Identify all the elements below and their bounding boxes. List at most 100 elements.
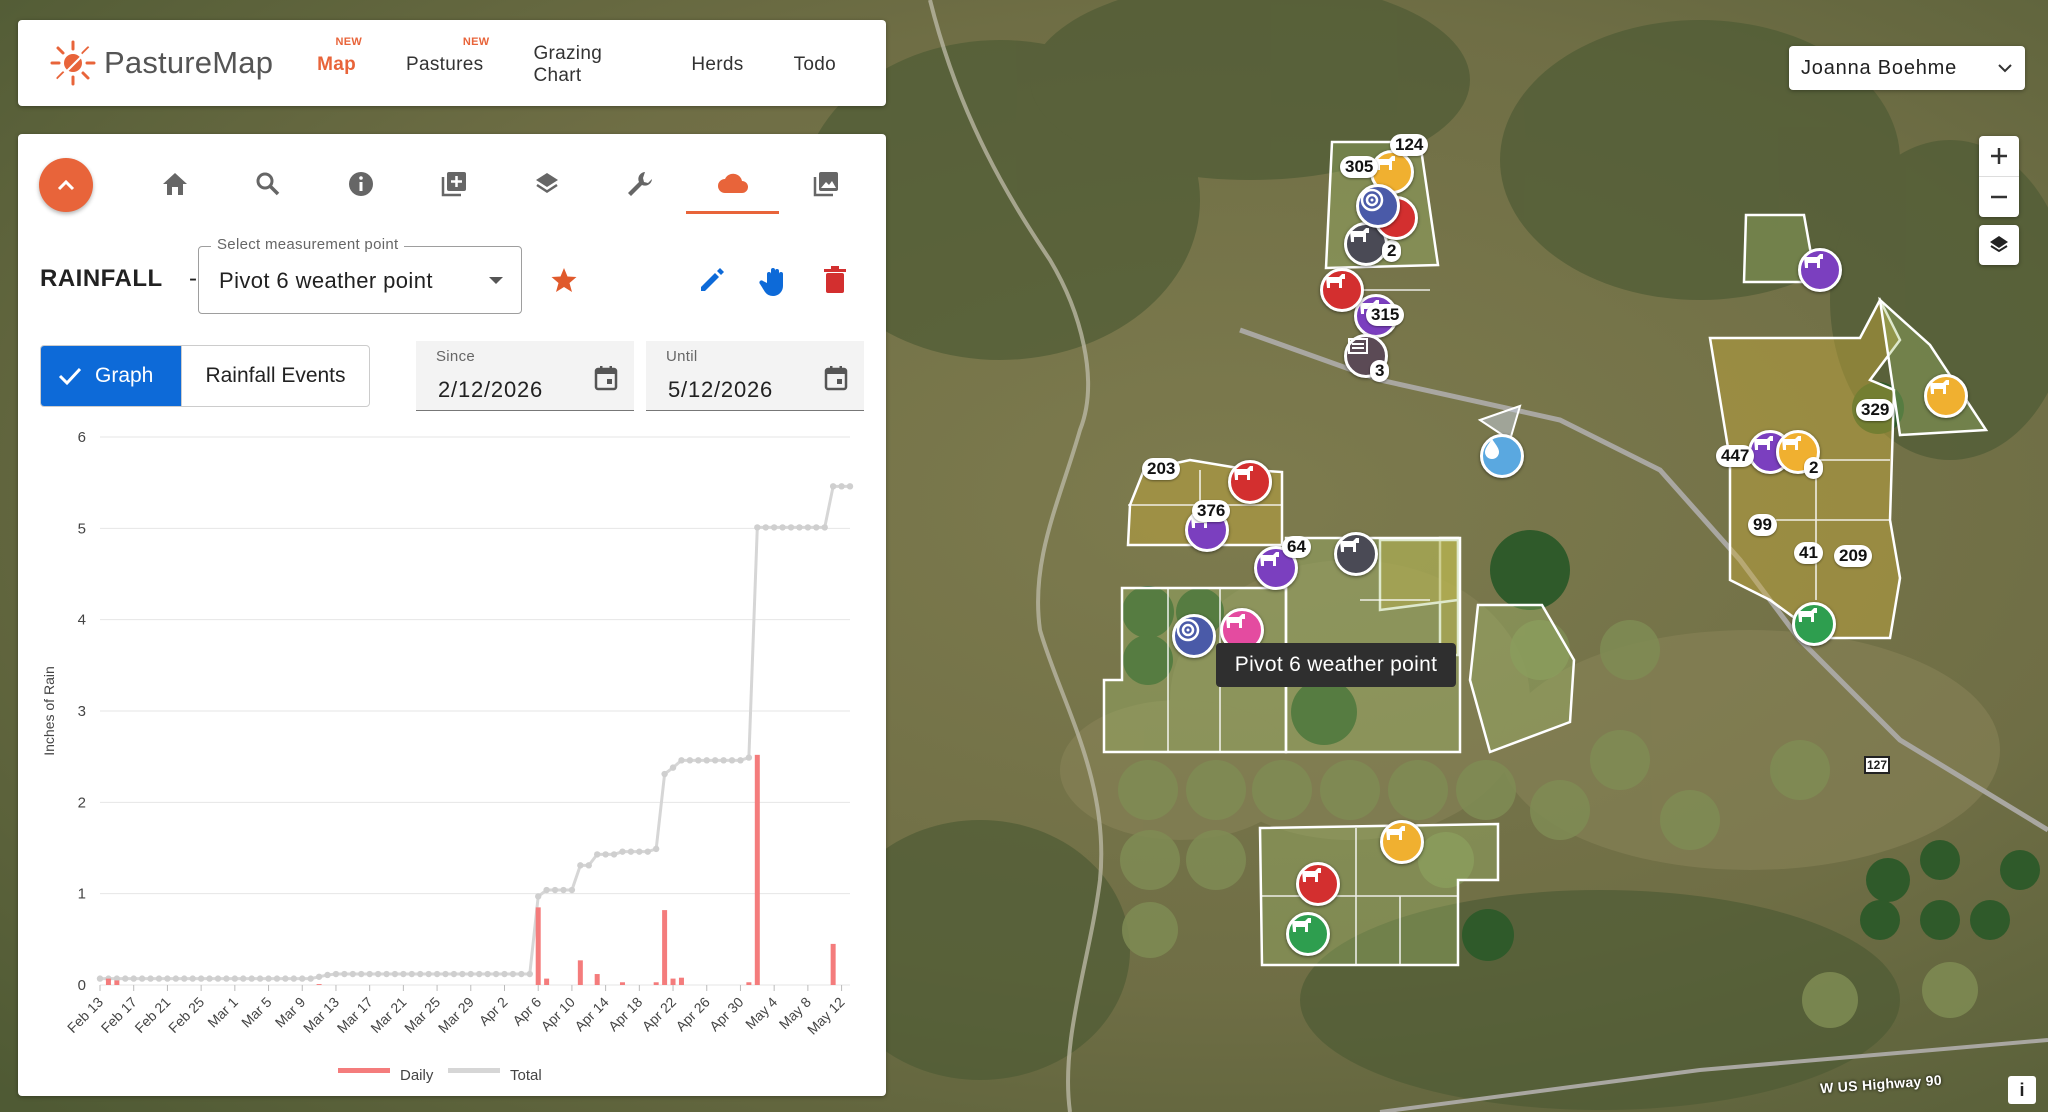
nav-item-pastures[interactable]: Pastures NEW bbox=[406, 36, 489, 76]
move-button[interactable] bbox=[758, 265, 792, 304]
herd-count: 124 bbox=[1390, 134, 1429, 156]
herd-marker[interactable] bbox=[1380, 820, 1424, 864]
total-point bbox=[627, 848, 635, 855]
measurement-point-select[interactable]: Select measurement point Pivot 6 weather… bbox=[198, 236, 522, 314]
nav-item-herds[interactable]: Herds bbox=[691, 50, 743, 76]
total-point bbox=[568, 886, 576, 894]
total-point bbox=[636, 848, 643, 855]
edit-button[interactable] bbox=[697, 265, 727, 300]
rainfall-panel: RAINFALL - Select measurement point Pivo… bbox=[18, 134, 886, 1096]
herd-marker[interactable] bbox=[1296, 862, 1340, 906]
since-label: Since bbox=[436, 348, 476, 365]
calendar-icon[interactable] bbox=[594, 365, 618, 391]
collapse-panel-button[interactable] bbox=[39, 158, 93, 212]
total-point bbox=[231, 975, 239, 982]
total-point bbox=[754, 524, 761, 531]
search-icon bbox=[256, 172, 279, 196]
total-point bbox=[96, 975, 104, 982]
zoom-in-button[interactable] bbox=[1979, 136, 2019, 176]
water-drop-marker[interactable] bbox=[1480, 434, 1524, 478]
total-point bbox=[315, 973, 323, 980]
total-point bbox=[829, 483, 837, 490]
total-point bbox=[669, 764, 677, 771]
delete-button[interactable] bbox=[823, 265, 847, 300]
total-point bbox=[341, 970, 348, 978]
layers-icon bbox=[1990, 236, 2008, 253]
y-tick-label: 2 bbox=[78, 794, 86, 811]
tool-layers[interactable] bbox=[500, 154, 593, 214]
user-menu[interactable]: Joanna Boehme bbox=[1789, 46, 2025, 90]
calendar-icon[interactable] bbox=[824, 365, 848, 391]
x-tick-label: May 12 bbox=[804, 994, 848, 1038]
nav-item-grazing-chart[interactable]: Grazing Chart bbox=[533, 39, 641, 87]
nav-item-todo[interactable]: Todo bbox=[794, 50, 836, 76]
map-info-button[interactable]: i bbox=[2008, 1076, 2036, 1104]
total-point bbox=[366, 970, 373, 978]
herd-count: 209 bbox=[1834, 545, 1873, 567]
x-tick-label: Feb 25 bbox=[165, 994, 207, 1036]
herd-marker[interactable] bbox=[1228, 460, 1272, 504]
view-toggle: Graph Rainfall Events bbox=[40, 345, 370, 407]
herd-marker[interactable] bbox=[1320, 268, 1364, 312]
legend-label-daily: Daily bbox=[400, 1067, 434, 1084]
brand-logo[interactable]: PastureMap bbox=[48, 38, 273, 88]
tool-photos[interactable] bbox=[779, 154, 872, 214]
rainfall-chart-svg: 0 1 2 3 4 5 6 Inches of Rain Feb 13Feb 17Feb 21F… bbox=[41, 429, 854, 1084]
y-tick-label: 0 bbox=[78, 977, 86, 994]
weather-point-marker[interactable] bbox=[1172, 614, 1216, 658]
daily-bar bbox=[114, 980, 120, 985]
herd-marker[interactable] bbox=[1924, 374, 1968, 418]
total-point bbox=[492, 970, 500, 978]
total-point bbox=[737, 757, 744, 764]
zoom-out-button[interactable] bbox=[1979, 176, 2019, 217]
daily-bar bbox=[594, 974, 600, 985]
total-point bbox=[526, 970, 533, 978]
graph-view-button[interactable]: Graph bbox=[41, 346, 181, 406]
total-point bbox=[417, 970, 424, 978]
rainfall-events-button[interactable]: Rainfall Events bbox=[181, 346, 369, 406]
layers-icon bbox=[535, 173, 558, 193]
tool-info[interactable] bbox=[314, 154, 407, 214]
tool-weather[interactable] bbox=[686, 154, 779, 214]
y-tick-label: 1 bbox=[78, 886, 86, 903]
total-point bbox=[273, 975, 281, 982]
tool-add-layer[interactable] bbox=[407, 154, 500, 214]
nav-item-map[interactable]: Map NEW bbox=[317, 36, 362, 76]
herd-marker[interactable] bbox=[1792, 602, 1836, 646]
herd-marker[interactable] bbox=[1286, 912, 1330, 956]
total-point bbox=[779, 524, 786, 531]
total-point bbox=[400, 970, 407, 978]
total-point bbox=[290, 975, 298, 982]
total-point bbox=[248, 975, 255, 982]
rainfall-events-label: Rainfall Events bbox=[205, 364, 346, 387]
map-layers-button[interactable] bbox=[1979, 225, 2019, 265]
herd-count: 329 bbox=[1856, 399, 1895, 421]
herd-marker[interactable] bbox=[1334, 532, 1378, 576]
total-point bbox=[459, 970, 466, 978]
tool-home[interactable] bbox=[128, 154, 221, 214]
until-date-field[interactable]: Until 5/12/2026 bbox=[646, 341, 864, 411]
weather-point-marker[interactable] bbox=[1356, 184, 1400, 228]
herd-count: 203 bbox=[1142, 458, 1181, 480]
y-axis-label: Inches of Rain bbox=[41, 666, 57, 756]
total-point bbox=[804, 524, 812, 531]
until-label: Until bbox=[666, 348, 698, 365]
herd-count: 41 bbox=[1794, 542, 1823, 564]
herd-marker[interactable] bbox=[1798, 248, 1842, 292]
brand-name: PastureMap bbox=[104, 45, 274, 80]
tool-settings[interactable] bbox=[593, 154, 686, 214]
total-point bbox=[678, 757, 685, 764]
daily-bar bbox=[653, 982, 659, 985]
since-value: 2/12/2026 bbox=[438, 377, 544, 402]
total-point bbox=[813, 524, 820, 531]
since-date-field[interactable]: Since 2/12/2026 bbox=[416, 341, 634, 411]
total-point bbox=[349, 970, 357, 978]
select-label: Select measurement point bbox=[211, 236, 405, 253]
x-tick-label: May 4 bbox=[742, 994, 780, 1032]
total-point bbox=[358, 970, 365, 978]
total-point bbox=[265, 975, 272, 982]
favorite-button[interactable] bbox=[549, 265, 579, 300]
tool-search[interactable] bbox=[221, 154, 314, 214]
sun-logo-icon bbox=[50, 40, 96, 86]
x-tick-label: Feb 17 bbox=[98, 994, 140, 1036]
